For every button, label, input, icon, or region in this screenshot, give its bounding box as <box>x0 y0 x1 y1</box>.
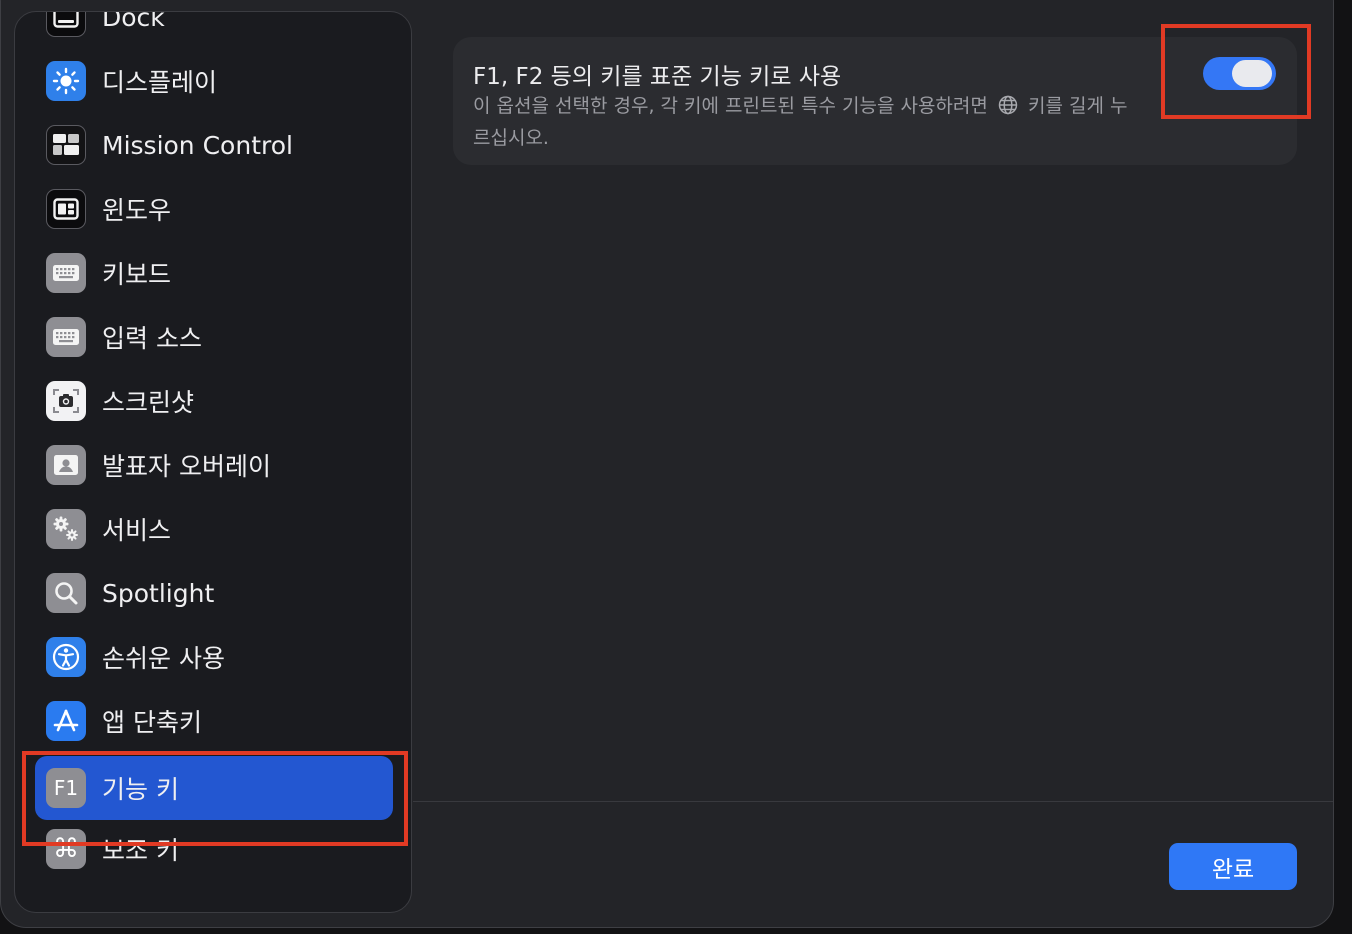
display-brightness-icon <box>46 61 86 101</box>
dock-icon <box>46 12 86 37</box>
accessibility-icon <box>46 637 86 677</box>
keyboard-icon <box>46 253 86 293</box>
sidebar-item-label: 손쉬운 사용 <box>102 644 225 673</box>
sidebar-item-services[interactable]: 서비스 <box>35 500 393 558</box>
sidebar-item-app-shortcuts[interactable]: 앱 단축키 <box>35 692 393 750</box>
sidebar-item-label: Spotlight <box>102 578 215 608</box>
app-store-icon <box>46 701 86 741</box>
sidebar-item-mission-control[interactable]: Mission Control <box>35 116 393 174</box>
sidebar-item-label: Dock <box>102 11 165 32</box>
setting-description: 이 옵션을 선택한 경우, 각 키에 프린트된 특수 기능을 사용하려면 키를 … <box>473 92 1133 153</box>
mission-control-icon <box>46 125 86 165</box>
screenshot-camera-icon <box>46 381 86 421</box>
presenter-overlay-icon <box>46 445 86 485</box>
footer-divider <box>413 801 1333 802</box>
input-sources-keyboard-icon <box>46 317 86 357</box>
spotlight-magnifier-icon <box>46 573 86 613</box>
sidebar-item-windows[interactable]: 윈도우 <box>35 180 393 238</box>
globe-icon <box>998 95 1018 124</box>
sidebar-item-displays[interactable]: 디스플레이 <box>35 52 393 110</box>
sidebar-item-label: 발표자 오버레이 <box>102 452 271 481</box>
sidebar-item-label: 입력 소스 <box>102 324 202 353</box>
sidebar-item-label: 앱 단축키 <box>102 708 202 737</box>
sidebar-item-accessibility[interactable]: 손쉬운 사용 <box>35 628 393 686</box>
sidebar-item-label: 디스플레이 <box>102 68 218 97</box>
setting-description-text: 이 옵션을 선택한 경우, 각 키에 프린트된 특수 기능을 사용하려면 <box>473 95 988 117</box>
sidebar-item-label: 서비스 <box>102 516 172 545</box>
sidebar-item-input-sources[interactable]: 입력 소스 <box>35 308 393 366</box>
sidebar-item-keyboard[interactable]: 키보드 <box>35 244 393 302</box>
sidebar-highlight-box <box>22 751 408 846</box>
toggle-highlight-box <box>1161 24 1311 119</box>
setting-title: F1, F2 등의 키를 표준 기능 키로 사용 <box>473 64 842 90</box>
window-icon <box>46 189 86 229</box>
sidebar-item-label: 스크린샷 <box>102 388 195 417</box>
sidebar-item-screenshot[interactable]: 스크린샷 <box>35 372 393 430</box>
done-button[interactable]: 완료 <box>1169 843 1297 890</box>
sidebar-item-presenter-overlay[interactable]: 발표자 오버레이 <box>35 436 393 494</box>
sidebar-item-spotlight[interactable]: Spotlight <box>35 564 393 622</box>
sidebar-item-dock[interactable]: Dock <box>35 11 393 46</box>
sidebar-item-label: 윈도우 <box>102 196 172 225</box>
sidebar-item-label: Mission Control <box>102 130 293 160</box>
services-gear-icon <box>46 509 86 549</box>
sidebar-item-label: 키보드 <box>102 260 172 289</box>
